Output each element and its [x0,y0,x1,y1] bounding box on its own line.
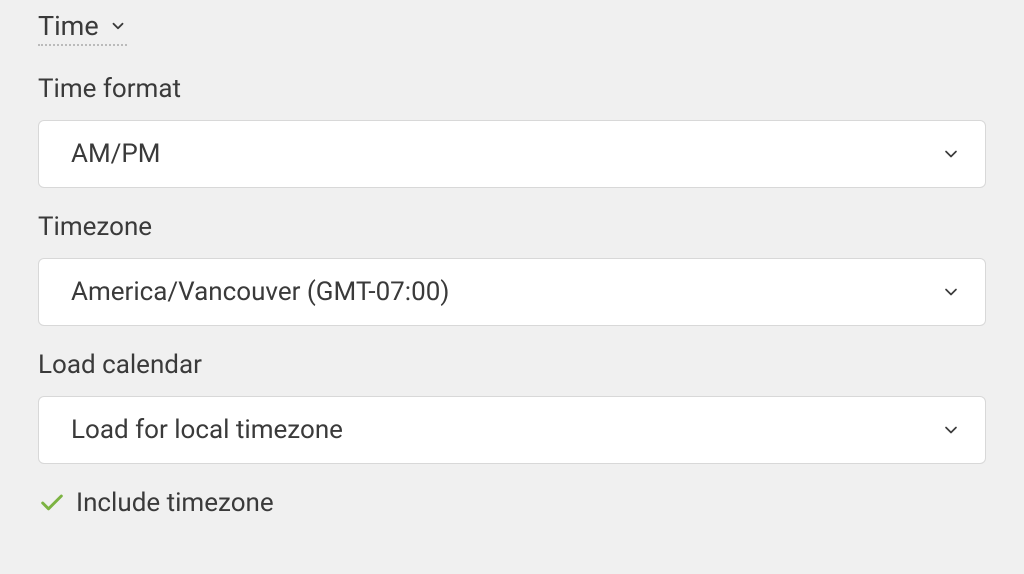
chevron-down-icon [941,420,961,440]
include-timezone-checkbox[interactable]: Include timezone [38,488,986,518]
section-title: Time [38,10,99,42]
chevron-down-icon [941,144,961,164]
time-format-label: Time format [38,74,986,104]
field-timezone: Timezone America/Vancouver (GMT-07:00) [38,212,986,326]
load-calendar-label: Load calendar [38,350,986,380]
timezone-select[interactable]: America/Vancouver (GMT-07:00) [38,258,986,326]
chevron-down-icon [109,17,127,35]
timezone-label: Timezone [38,212,986,242]
include-timezone-label: Include timezone [76,488,274,518]
section-header-time[interactable]: Time [38,10,127,46]
field-load-calendar: Load calendar Load for local timezone [38,350,986,464]
field-time-format: Time format AM/PM [38,74,986,188]
check-icon [38,489,66,517]
timezone-value: America/Vancouver (GMT-07:00) [71,277,449,307]
time-settings-panel: Time Time format AM/PM Timezone America/… [0,0,1024,538]
chevron-down-icon [941,282,961,302]
load-calendar-value: Load for local timezone [71,415,343,445]
load-calendar-select[interactable]: Load for local timezone [38,396,986,464]
time-format-value: AM/PM [71,139,161,169]
time-format-select[interactable]: AM/PM [38,120,986,188]
